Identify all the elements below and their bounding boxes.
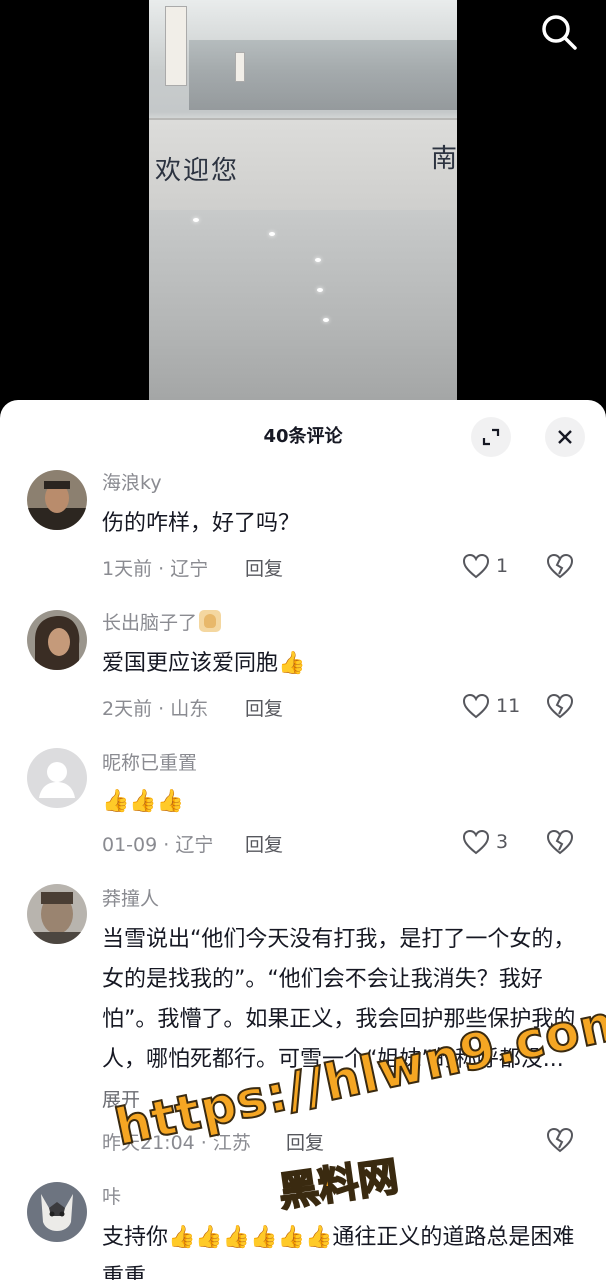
reply-button[interactable]: 回复 [286,1128,324,1155]
video-hall [189,40,457,110]
thumbs-up-emoji: 👍👍👍 [102,789,185,814]
thumbs-up-emoji: 👍 [278,651,306,676]
close-sheet-button[interactable] [545,417,585,457]
avatar[interactable] [27,748,87,808]
badge-icon [199,610,222,632]
expand-sheet-button[interactable] [471,417,511,457]
video-frame: 欢迎您 南 [149,0,457,400]
video-pillar [165,6,187,86]
sheet-header: 40条评论 [0,400,606,470]
comment-username[interactable]: 昵称已重置 [102,748,197,775]
avatar[interactable] [27,610,87,670]
comment-text: 支持你👍👍👍👍👍👍通往正义的道路总是困难重重 [102,1218,580,1280]
like-count: 1 [496,555,509,577]
comment-text: 当雪说出“他们今天没有打我，是打了一个女的，女的是找我的”。“他们会不会让我消失… [102,920,580,1120]
like-button[interactable]: 3 [462,829,508,855]
comment-text-body: 当雪说出“他们今天没有打我，是打了一个女的，女的是找我的”。“他们会不会让我消失… [102,927,576,1072]
comment-username[interactable]: 咔 [102,1182,121,1209]
video-pillar-small [235,52,245,82]
reply-button[interactable]: 回复 [245,554,283,581]
expand-icon [482,428,500,446]
dislike-icon[interactable] [546,552,574,580]
comment-count-title: 40条评论 [263,426,343,447]
comment-username[interactable]: 海浪ky [102,468,162,495]
heart-icon [462,553,490,579]
comment-meta: 昨天21:04 · 江苏 [102,1132,251,1154]
avatar[interactable] [27,884,87,944]
dislike-icon[interactable] [546,828,574,856]
floor-light [317,288,323,292]
comment-text-body: 爱国更应该爱同胞 [102,651,279,676]
search-icon [542,15,577,50]
comment-username[interactable]: 莽撞人 [102,884,159,911]
search-button[interactable] [538,12,580,54]
like-button[interactable]: 1 [462,553,508,579]
comment-meta: 2天前 · 山东 [102,698,209,720]
default-avatar-icon [27,748,87,808]
like-count: 3 [496,831,509,853]
close-icon [558,430,572,444]
video-sign-text: 欢迎您 [155,156,240,186]
floor-light [193,218,199,222]
avatar[interactable] [27,470,87,530]
comment-username[interactable]: 长出脑子了 [102,608,222,635]
comment-username-text: 长出脑子了 [102,612,198,634]
reply-button[interactable]: 回复 [245,830,283,857]
floor-light [315,258,321,262]
comment-text: 伤的咋样，好了吗？ [102,511,301,536]
video-player[interactable]: 欢迎您 南 [0,0,606,410]
comment-sheet: 40条评论 海浪ky 伤的咋样，好了吗？ 1天前 · 辽宁 回复 1 长出脑子了… [0,400,606,1280]
like-count: 11 [496,695,521,717]
dislike-icon[interactable] [546,1126,574,1154]
like-button[interactable]: 11 [462,693,520,719]
comment-text: 爱国更应该爱同胞👍 [102,644,580,684]
video-floor [149,210,457,400]
heart-icon [462,693,490,719]
comment-text: 👍👍👍 [102,782,580,822]
comment-meta: 1天前 · 辽宁 [102,558,209,580]
floor-light [323,318,329,322]
avatar[interactable] [27,1182,87,1242]
comment-meta: 01-09 · 辽宁 [102,834,214,856]
thumbs-up-emoji: 👍👍👍👍👍👍 [168,1225,333,1250]
heart-icon [462,829,490,855]
reply-button[interactable]: 回复 [245,694,283,721]
comment-text-body: 支持你 [102,1225,169,1250]
video-sign-text-right: 南 [430,144,457,174]
floor-light [269,232,275,236]
expand-comment-link[interactable]: 展开 [102,1089,140,1111]
dislike-icon[interactable] [546,692,574,720]
